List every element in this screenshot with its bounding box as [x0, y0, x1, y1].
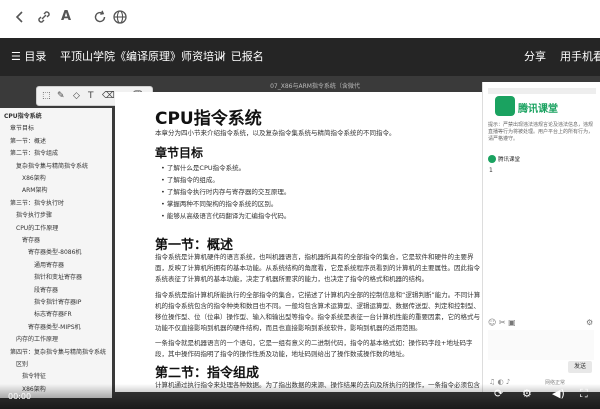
- pen-tool-icon[interactable]: ✎: [57, 89, 65, 103]
- select-tool-icon[interactable]: ⬚: [42, 89, 51, 103]
- enrolled-status: ✓ 已报名: [218, 49, 264, 65]
- sidebar-item[interactable]: 区别: [16, 360, 28, 369]
- sidebar-item[interactable]: 指令特征: [22, 372, 46, 381]
- sidebar-item[interactable]: 标志寄存器FR: [34, 310, 72, 319]
- document-page: CPU指令系统 本章分为四小节来介绍指令系统，以及复杂指令集系统与精简指令系统的…: [115, 92, 487, 392]
- sidebar-item[interactable]: 寄存器: [22, 236, 40, 245]
- shape-tool-icon[interactable]: ◇: [73, 89, 80, 103]
- chat-panel: 腾讯课堂 提示：严禁出现违法违规言论及违法信息，违规直播等行为将被处理。用户平台…: [482, 82, 600, 392]
- logo-text: 腾讯课堂: [518, 104, 558, 115]
- send-button[interactable]: 发送: [568, 361, 592, 373]
- font-size-icon[interactable]: A: [56, 9, 76, 25]
- chat-message: 1: [489, 167, 493, 174]
- sidebar-item[interactable]: 指令指针寄存器IP: [34, 298, 81, 307]
- logo-icon: [495, 96, 515, 116]
- sidebar-item[interactable]: 指针和变址寄存器: [34, 273, 82, 282]
- goal-bullet: • 了解指令执行时内存与寄存器的交互原理。: [161, 188, 291, 196]
- eraser-tool-icon[interactable]: ⌫: [102, 89, 115, 103]
- sidebar-item[interactable]: 指令执行步骤: [16, 211, 52, 220]
- chat-input[interactable]: [488, 330, 594, 360]
- sidebar-item[interactable]: 第一节：概述: [10, 137, 46, 146]
- top-nav-bar: A: [0, 0, 600, 36]
- goal-bullet: • 能够从高级语言代码翻译为汇编指令代码。: [161, 212, 291, 220]
- goal-bullet: • 了解什么是CPU指令系统。: [161, 164, 246, 172]
- section1-heading: 第一节：概述: [155, 238, 234, 253]
- globe-icon[interactable]: [112, 9, 128, 25]
- chat-notice: 提示：严禁出现违法违规言论及违法信息，违规直播等行为将被处理。用户平台上的所有行…: [488, 122, 594, 142]
- course-title: 平顶山学院《编译原理》师资培训: [60, 50, 225, 63]
- sidebar-item[interactable]: ARM架构: [22, 186, 47, 195]
- emoji-icon[interactable]: ☺: [488, 318, 496, 327]
- avatar: [488, 155, 496, 163]
- sidebar-item[interactable]: 章节目标: [10, 124, 34, 133]
- back-icon[interactable]: [12, 9, 28, 25]
- sidebar-item[interactable]: 内存的工作原理: [16, 335, 58, 344]
- settings-icon[interactable]: ⚙: [522, 388, 532, 399]
- sidebar-item[interactable]: 寄存器类型-8086机: [28, 248, 81, 257]
- sidebar-item[interactable]: CPU的工作原理: [16, 224, 58, 233]
- chat-input-tools: ☺ ✂ ▣: [488, 318, 516, 327]
- list-icon: ☰: [11, 50, 25, 63]
- menu-label: 目录: [24, 50, 47, 63]
- image-icon[interactable]: ▣: [508, 318, 516, 327]
- sidebar-item[interactable]: X86架构: [22, 174, 46, 183]
- player-controls: 00:00 ⟳ ⚙ ◀) ⛶: [0, 384, 600, 409]
- sidebar-item[interactable]: 复杂指令集与精简指令系统: [16, 162, 88, 171]
- menu-button[interactable]: ☰ 目录: [11, 49, 46, 65]
- link-icon[interactable]: [36, 9, 52, 25]
- pdf-title: 07_X86与ARM指令系统（含微代: [270, 83, 360, 90]
- sidebar-item[interactable]: 寄存器类型-MIPS机: [28, 323, 81, 332]
- text-tool-icon[interactable]: T: [88, 89, 94, 103]
- settings-icon[interactable]: ⚙: [586, 318, 593, 327]
- scissors-icon[interactable]: ✂: [499, 318, 506, 327]
- goal-bullet: • 掌握两种不同架构的指令系统的区别。: [161, 200, 278, 208]
- para2: 指令系统是指计算机所能执行的全部指令的集合，它描述了计算机内全部的控制信息和“逻…: [155, 291, 481, 332]
- fullscreen-icon[interactable]: ⛶: [580, 388, 588, 399]
- sidebar-item[interactable]: 第三节：指令执行时: [10, 199, 64, 208]
- doc-intro: 本章分为四小节来介绍指令系统，以及复杂指令集系统与精简指令系统的不同指令。: [155, 129, 396, 137]
- doc-title: CPU指令系统: [155, 109, 262, 129]
- section-goal-heading: 章节目标: [155, 146, 204, 160]
- sidebar-item[interactable]: 段寄存器: [34, 286, 58, 295]
- check-icon: ✓: [218, 50, 231, 63]
- section2-heading: 第二节：指令组成: [155, 366, 260, 381]
- reload-icon[interactable]: ⟳: [494, 388, 503, 399]
- share-button[interactable]: 分享: [524, 49, 546, 65]
- refresh-icon[interactable]: [92, 9, 108, 25]
- sidebar-item[interactable]: 第二节：指令组成: [10, 149, 58, 158]
- outline-sidebar: CPU指令系统 章节目标第一节：概述第二节：指令组成复杂指令集与精简指令系统 X86…: [0, 108, 112, 398]
- sidebar-item[interactable]: 通用寄存器: [34, 261, 64, 270]
- enrolled-label: 已报名: [230, 50, 264, 63]
- sidebar-item[interactable]: 第四节：复杂指令集与精简指令系统: [10, 348, 106, 357]
- para1: 指令系统是计算机硬件的语言系统，也叫机器语言，指机器所具有的全部指令的集合，它是…: [155, 253, 480, 283]
- course-header: ☰ 目录 平顶山学院《编译原理》师资培训 ✓ 已报名 分享 用手机看: [0, 38, 600, 76]
- goal-bullet: • 了解指令的组成。: [161, 176, 219, 184]
- para3: 一条指令就是机器语言的一个语句，它是一组有意义的二进制代码，指令的基本格式如：操…: [155, 339, 473, 358]
- sidebar-item[interactable]: CPU指令系统: [4, 112, 42, 121]
- volume-icon[interactable]: ◀): [552, 388, 565, 399]
- mobile-view-button[interactable]: 用手机看: [560, 49, 600, 65]
- current-time: 00:00: [8, 392, 32, 401]
- chat-panel-header: [488, 88, 596, 94]
- chat-user-name: 腾讯课堂: [498, 157, 521, 163]
